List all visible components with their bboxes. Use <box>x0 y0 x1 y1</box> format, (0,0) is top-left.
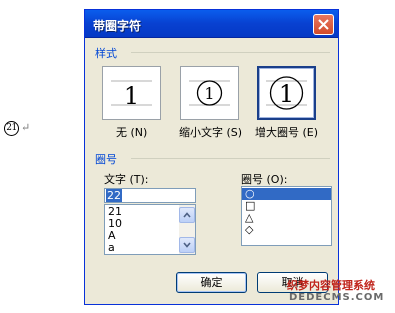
shape-listbox[interactable]: ○ □ △ ◇ <box>241 186 332 246</box>
chevron-down-icon <box>183 242 191 248</box>
text-listbox[interactable]: 21 10 A a <box>104 204 196 255</box>
style-none-label: 无 (N) <box>116 126 148 139</box>
style-shrink-glyph: 1 <box>204 84 214 103</box>
close-button[interactable] <box>313 14 334 35</box>
style-shrink-preview: 1 <box>189 80 230 106</box>
style-group-divider <box>131 52 330 53</box>
dialog-title: 带圈字符 <box>93 19 142 33</box>
shape-item-triangle[interactable]: △ <box>242 212 331 224</box>
document-enclosed-character: 21 ↵ <box>4 121 36 137</box>
shape-item-diamond[interactable]: ◇ <box>242 224 331 236</box>
style-none-glyph: 1 <box>124 82 139 110</box>
enclose-characters-dialog: 带圈字符 样式 1 1 1 无 (N) 缩小文字 (S) 增大圈号 (E) 圈号… <box>84 9 339 305</box>
text-input[interactable]: 22 <box>104 188 196 203</box>
shape-item-square[interactable]: □ <box>242 200 331 212</box>
dialog-titlebar[interactable]: 带圈字符 <box>85 10 338 38</box>
enclose-group-label: 圈号 <box>95 153 117 166</box>
style-enlarge-glyph: 1 <box>279 80 294 108</box>
text-field-label: 文字 (T): <box>104 173 149 186</box>
enclose-group-divider <box>131 158 330 159</box>
diamond-icon: ◇ <box>245 223 254 236</box>
style-shrink-label: 缩小文字 (S) <box>179 126 243 139</box>
text-input-value: 22 <box>106 189 122 202</box>
style-option-shrink-text[interactable]: 1 <box>180 66 239 120</box>
shape-field-label: 圈号 (O): <box>241 173 288 186</box>
text-list-scrollbar[interactable] <box>179 205 195 254</box>
style-option-none[interactable]: 1 <box>102 66 161 120</box>
scroll-up-button[interactable] <box>179 207 195 223</box>
style-enlarge-preview: 1 <box>266 76 307 110</box>
style-enlarge-label: 增大圈号 (E) <box>255 126 319 139</box>
style-none-preview: 1 <box>111 80 152 110</box>
style-option-enlarge-symbol[interactable]: 1 <box>257 66 316 120</box>
paragraph-mark: ↵ <box>21 121 31 134</box>
enclosed-number: 21 <box>4 121 19 136</box>
scroll-down-button[interactable] <box>179 237 195 253</box>
watermark-line-1: 织梦内容管理系统 <box>287 279 375 292</box>
style-group-label: 样式 <box>95 47 117 60</box>
close-icon <box>318 19 329 30</box>
watermark-line-2: DEDECMS.COM <box>289 292 385 303</box>
site-watermark: 织梦内容管理系统 DEDECMS.COM <box>283 277 391 309</box>
chevron-up-icon <box>183 212 191 218</box>
ok-button[interactable]: 确定 <box>176 272 247 293</box>
